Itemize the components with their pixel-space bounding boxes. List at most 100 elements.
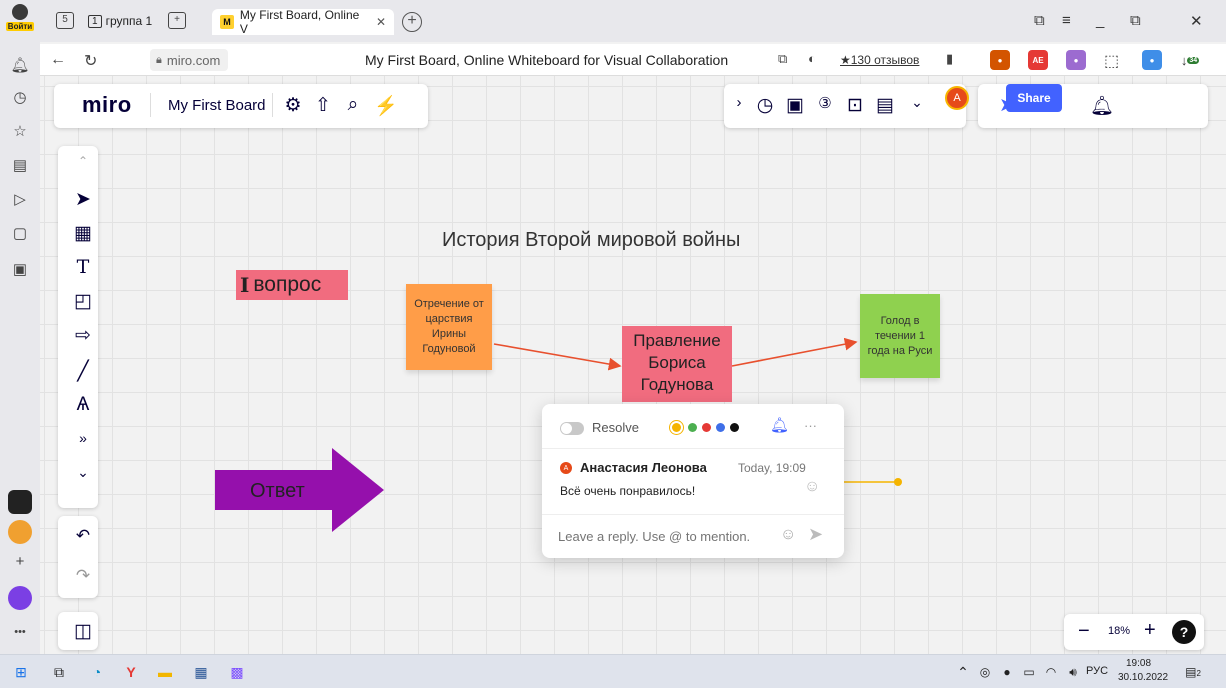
collections-icon[interactable]: ▤: [10, 156, 30, 176]
reply-input[interactable]: [558, 524, 758, 548]
tray-chevron-icon[interactable]: ⌃: [954, 663, 972, 681]
comment-time: Today, 19:09: [738, 461, 806, 475]
browser-sidebar: 🔔︎ ◷ ☆ ▤ ▷ ▢ ▣ + •••: [0, 42, 40, 654]
battery-icon[interactable]: ▭: [1020, 663, 1038, 681]
connectors: [215, 337, 902, 532]
resolve-label: Resolve: [592, 420, 639, 435]
minimize-icon[interactable]: _: [1096, 12, 1104, 29]
zoom-panel: − 18% + ?: [1064, 614, 1204, 650]
address-bar: ← ↻ 🔒︎ miro.com My First Board, Online W…: [40, 44, 1226, 76]
tab-count: 5: [62, 14, 68, 25]
restore-icon[interactable]: ⧉: [1130, 12, 1141, 29]
downloads-badge: 34: [1187, 56, 1200, 64]
back-icon[interactable]: ←: [50, 51, 66, 69]
clock-time[interactable]: 19:08: [1126, 658, 1151, 669]
tab-group[interactable]: 1 группа 1: [88, 11, 152, 31]
arrow-label: Ответ: [250, 480, 305, 502]
tray-icons[interactable]: ◎: [976, 663, 994, 681]
bookmark-icon[interactable]: ▮: [946, 51, 953, 67]
color-yellow[interactable]: [672, 423, 681, 432]
extension-icon-3[interactable]: ●: [1066, 50, 1086, 70]
color-red[interactable]: [702, 423, 711, 432]
puzzle-icon[interactable]: ⬚: [1104, 51, 1119, 71]
login-label: Войти: [5, 22, 35, 31]
url-text: miro.com: [166, 52, 221, 68]
explorer-icon[interactable]: ▬: [156, 663, 174, 681]
new-tab-button[interactable]: +: [402, 12, 422, 32]
yandex-icon[interactable]: Y: [122, 663, 140, 681]
reviews-link[interactable]: ★130 отзывов: [840, 53, 919, 67]
subscribe-bell-icon[interactable]: 🔔︎: [770, 416, 789, 434]
color-green[interactable]: [688, 423, 697, 432]
tab-title: My First Board, Online V: [239, 8, 360, 36]
author-initial: A: [563, 464, 569, 472]
alice-icon[interactable]: [8, 586, 32, 610]
protect-icon[interactable]: ◐: [808, 51, 816, 66]
menu-icon[interactable]: ≡: [1062, 12, 1071, 29]
extension-icon-1[interactable]: ●: [990, 50, 1010, 70]
tab-group-number: 1: [88, 14, 102, 28]
close-window-icon[interactable]: ✕: [1190, 12, 1203, 30]
bell-icon[interactable]: 🔔︎: [10, 56, 30, 76]
play-icon[interactable]: ▷: [10, 190, 30, 210]
app-icon-1[interactable]: [8, 490, 32, 514]
tab-group-label: группа 1: [105, 14, 153, 28]
reload-icon[interactable]: ↻: [84, 51, 97, 71]
mic-icon[interactable]: ●: [998, 663, 1016, 681]
windows-start-icon[interactable]: ⊞: [12, 663, 30, 681]
downloads-icon[interactable]: ↓ 34: [1180, 50, 1200, 70]
language[interactable]: РУС: [1086, 665, 1108, 677]
app-icon[interactable]: ▩: [228, 663, 246, 681]
miro-favicon-icon: M: [220, 15, 234, 29]
history-icon[interactable]: ◷: [10, 88, 30, 108]
comment-author-avatar: A: [560, 462, 572, 474]
help-button[interactable]: ?: [1172, 620, 1196, 644]
divider: [542, 514, 844, 515]
more-options[interactable]: ···: [804, 418, 817, 433]
emoji-icon[interactable]: ☺: [780, 526, 796, 544]
wifi-icon[interactable]: ◠: [1042, 663, 1060, 681]
page-title: My First Board, Online Whiteboard for Vi…: [365, 52, 729, 68]
color-blue[interactable]: [716, 423, 725, 432]
task-view-icon[interactable]: ⧉: [50, 663, 68, 681]
tab-active[interactable]: M My First Board, Online V ✕: [212, 8, 394, 36]
resolve-toggle[interactable]: [560, 422, 584, 435]
lock-icon: 🔒︎: [156, 53, 162, 66]
login-button[interactable]: Войти: [5, 4, 35, 34]
reader-icon[interactable]: ⧉: [778, 51, 787, 67]
comment-text: Всё очень понравилось!: [560, 484, 696, 498]
more-icon[interactable]: •••: [10, 622, 30, 642]
app-icon-2[interactable]: [8, 520, 32, 544]
tab-counter-button[interactable]: 5: [56, 12, 74, 29]
volume-icon[interactable]: 🔊︎: [1064, 663, 1082, 681]
zoom-in-icon[interactable]: +: [1144, 619, 1156, 642]
edge-icon[interactable]: ◔: [88, 663, 106, 681]
tabs-panel-icon[interactable]: ⧉: [1034, 12, 1045, 29]
add-reaction-icon[interactable]: ☺: [804, 478, 820, 496]
screenshot-icon[interactable]: ▣: [10, 260, 30, 280]
taskbar: ⊞ ⧉ ◔ Y ▬ ▦ ▩ ⌃ ◎ ● ▭ ◠ 🔊︎ РУС 19:08 30.…: [0, 654, 1226, 688]
add-to-group-icon[interactable]: +: [168, 12, 186, 29]
extension-icon-2[interactable]: AE: [1028, 50, 1048, 70]
board-canvas[interactable]: miro My First Board ⚙ ⇧ ⌕ ⚡ › ◷ ▣ ③ ⊡ ▤ …: [40, 76, 1226, 654]
bookmarks-icon[interactable]: ☆: [10, 122, 30, 142]
connector-line[interactable]: [731, 337, 858, 367]
user-icon: [12, 4, 28, 20]
comment-author: Анастасия Леонова: [580, 460, 707, 475]
add-app-icon[interactable]: +: [10, 552, 30, 572]
url-field[interactable]: 🔒︎ miro.com: [150, 49, 229, 71]
notifications-center-icon[interactable]: ▤2: [1184, 663, 1202, 681]
comment-popup: Resolve 🔔︎ ··· A Анастасия Леонова Today…: [542, 404, 844, 558]
clock-date[interactable]: 30.10.2022: [1118, 672, 1168, 683]
browser-tab-bar: Войти 5 1 группа 1 + M My First Board, O…: [0, 0, 1226, 42]
zoom-level[interactable]: 18%: [1108, 625, 1130, 637]
color-black[interactable]: [730, 423, 739, 432]
comment-pin[interactable]: [894, 478, 902, 486]
close-tab-icon[interactable]: ✕: [376, 15, 386, 29]
connector-line[interactable]: [493, 343, 622, 371]
send-icon[interactable]: ➤: [808, 524, 823, 545]
zoom-out-icon[interactable]: −: [1078, 620, 1090, 643]
extension-icon-4[interactable]: ●: [1142, 50, 1162, 70]
zen-icon[interactable]: ▢: [10, 224, 30, 244]
word-icon[interactable]: ▦: [192, 663, 210, 681]
